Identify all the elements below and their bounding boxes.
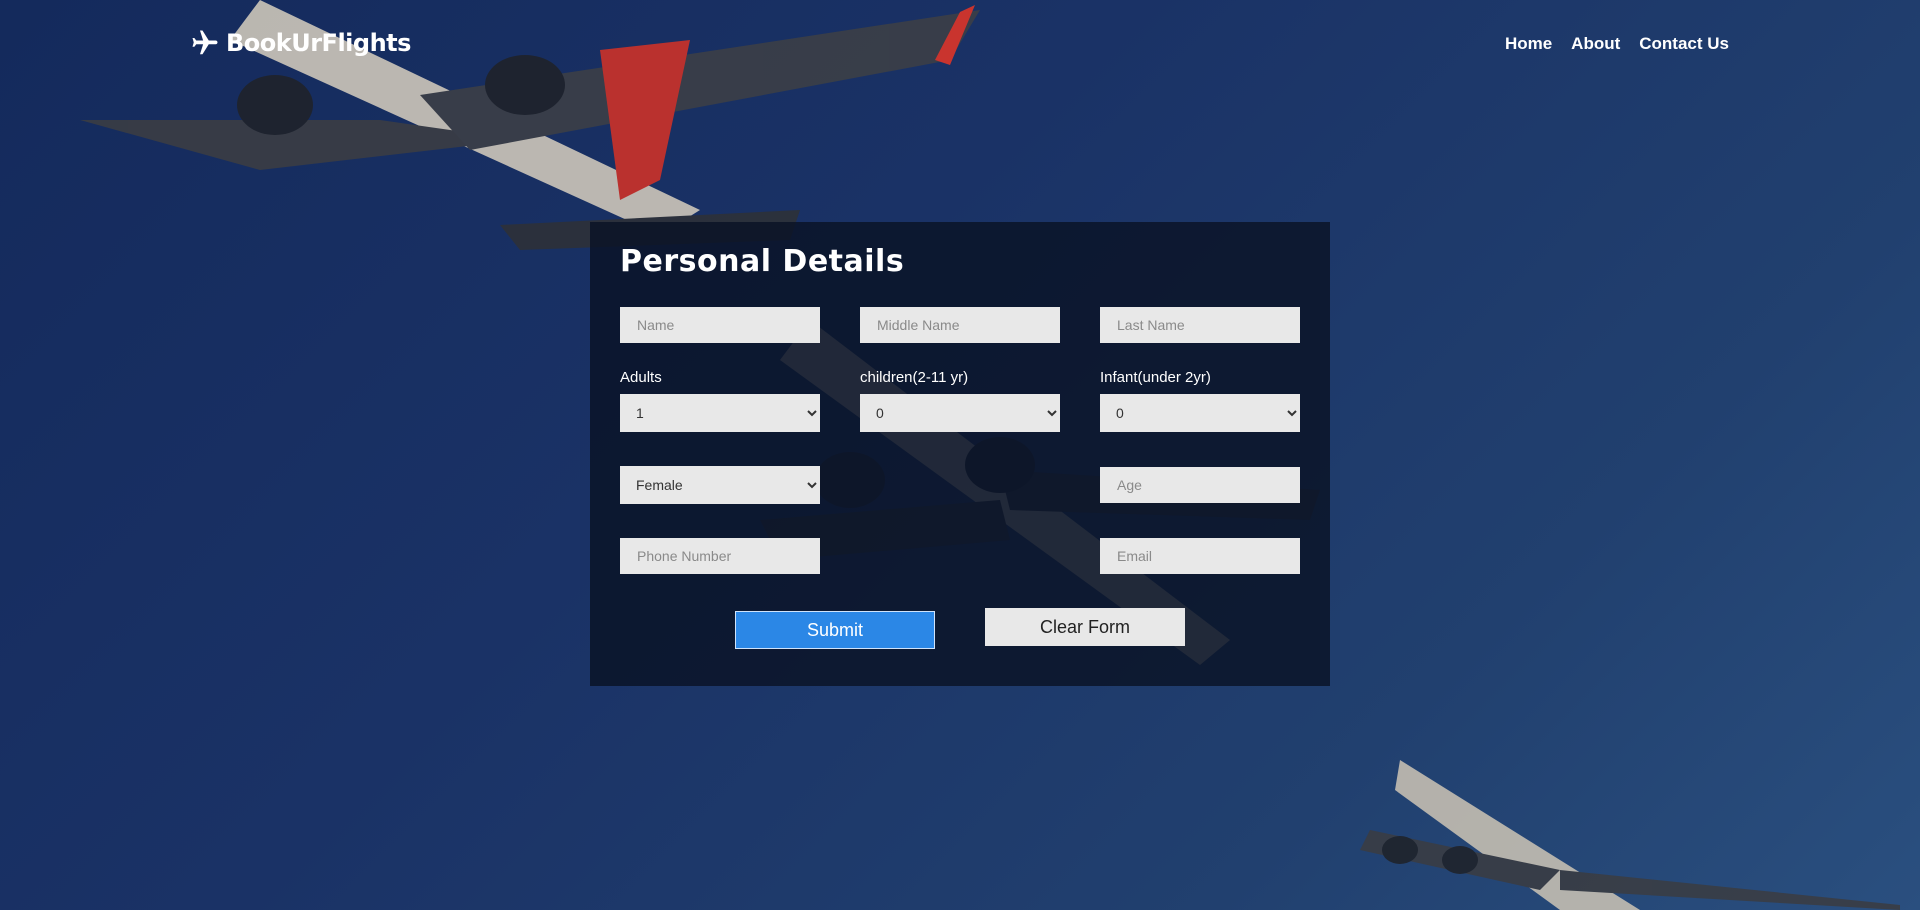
form-title: Personal Details [620, 244, 905, 279]
nav-about-link[interactable]: About [1571, 34, 1620, 54]
infant-label: Infant(under 2yr) [1100, 369, 1211, 386]
email-input[interactable] [1100, 538, 1300, 574]
children-select[interactable]: 0 [860, 394, 1060, 432]
submit-button[interactable]: Submit [735, 611, 935, 649]
nav-home-link[interactable]: Home [1505, 34, 1552, 54]
airplane-illustration-bottom [1360, 760, 1900, 910]
name-input[interactable] [620, 307, 820, 343]
last-name-input[interactable] [1100, 307, 1300, 343]
adults-label: Adults [620, 369, 662, 386]
clear-form-button[interactable]: Clear Form [985, 608, 1185, 646]
adults-select[interactable]: 1 [620, 394, 820, 432]
gender-select[interactable]: Female [620, 466, 820, 504]
navbar: BookUrFlights Home About Contact Us [0, 0, 1920, 90]
airplane-icon [192, 30, 218, 55]
age-input[interactable] [1100, 467, 1300, 503]
nav-menu: Home About Contact Us [1505, 34, 1729, 54]
middle-name-input[interactable] [860, 307, 1060, 343]
personal-details-form: Personal Details Adults children(2-11 yr… [590, 222, 1330, 686]
children-label: children(2-11 yr) [860, 369, 969, 386]
infant-select[interactable]: 0 [1100, 394, 1300, 432]
brand-logo[interactable]: BookUrFlights [190, 28, 411, 58]
nav-contact-link[interactable]: Contact Us [1639, 34, 1729, 54]
brand-name: BookUrFlights [226, 29, 411, 57]
phone-number-input[interactable] [620, 538, 820, 574]
